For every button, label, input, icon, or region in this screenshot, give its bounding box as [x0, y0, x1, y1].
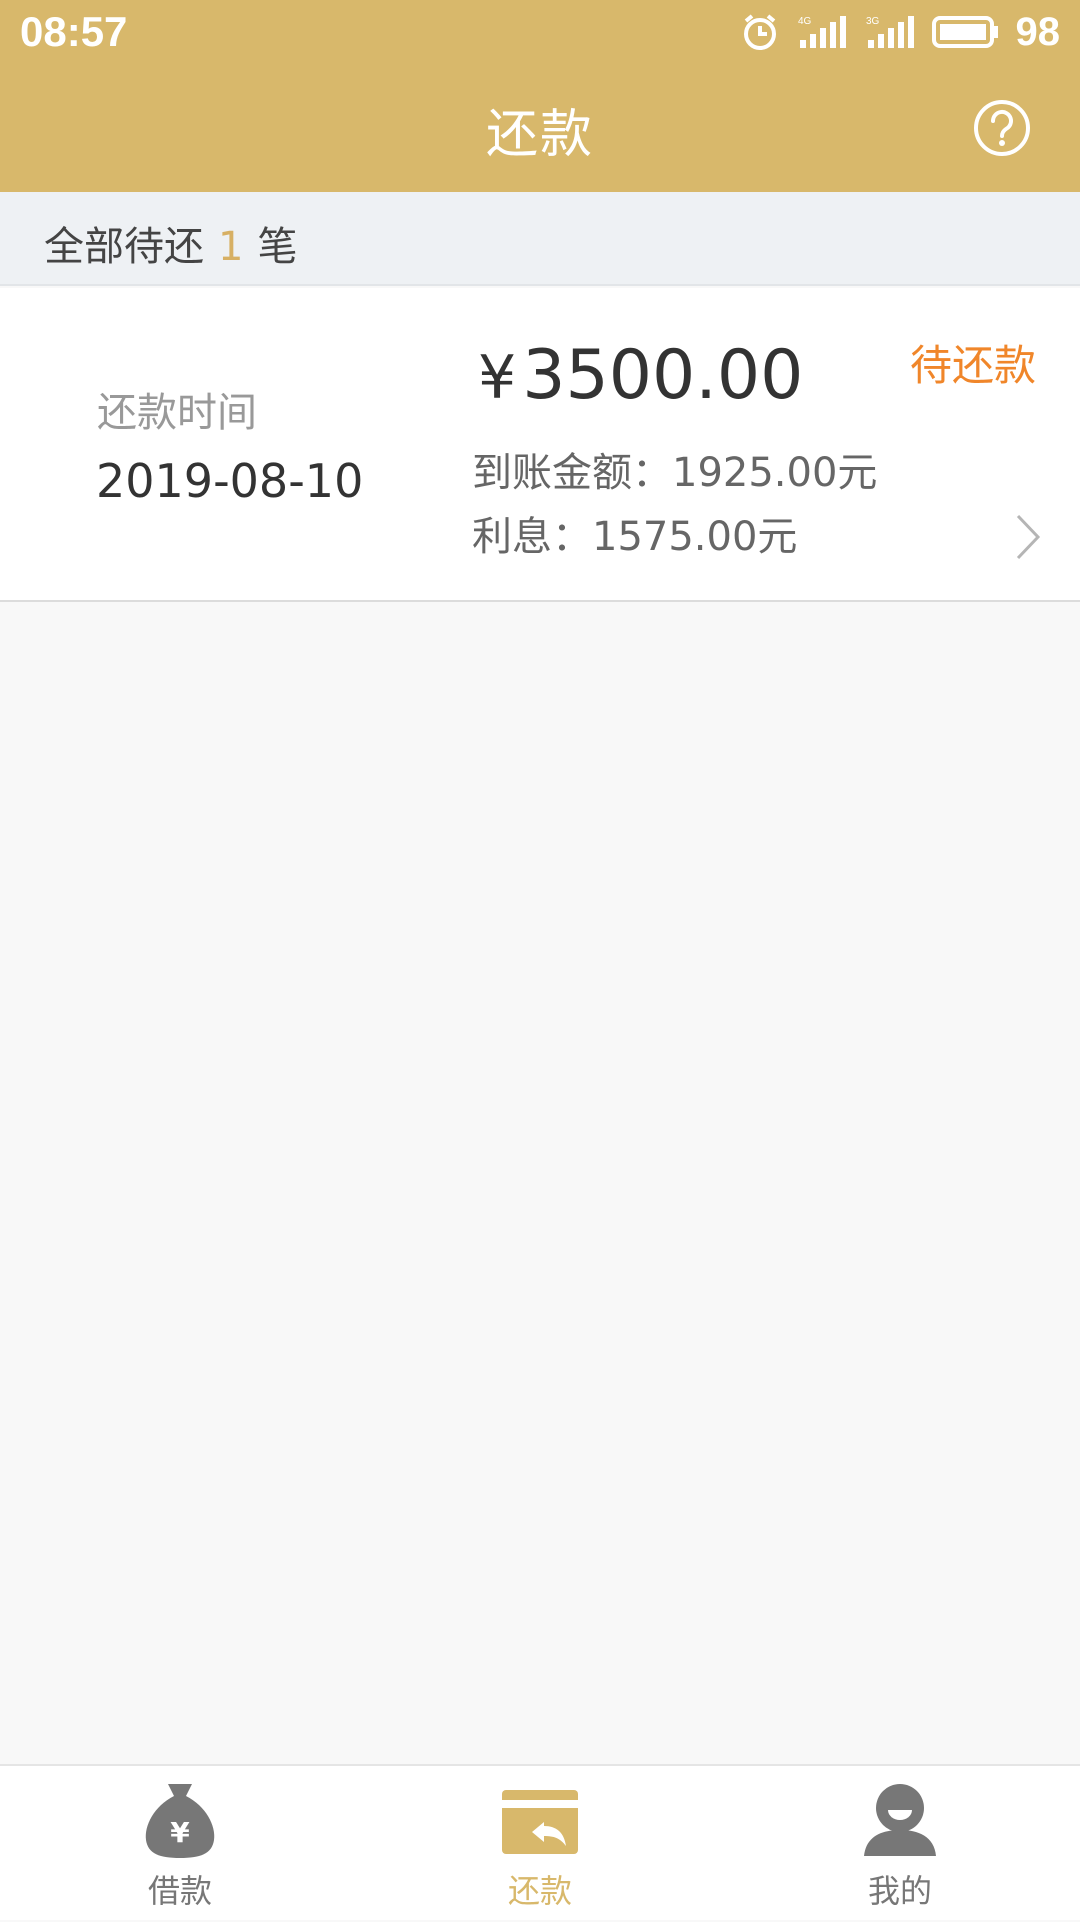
interest-amount: 利息：1575.00元: [472, 514, 798, 560]
received-amount: 到账金额：1925.00元: [472, 450, 878, 496]
tab-borrow[interactable]: ¥ 借款: [80, 1766, 280, 1922]
status-badge: 待还款: [909, 341, 1036, 390]
money-bag-icon: ¥: [140, 1780, 220, 1860]
amount-value: 3500.00: [522, 336, 804, 415]
svg-text:3G: 3G: [866, 16, 880, 27]
due-date: 2019-08-10: [96, 454, 364, 508]
svg-text:4G: 4G: [798, 16, 812, 27]
status-bar: 08:57 4G 3G 98: [0, 0, 1080, 64]
help-icon[interactable]: [972, 98, 1032, 158]
loan-amount: ¥3500.00: [478, 336, 803, 415]
repayment-summary: 全部待还 1 笔: [0, 192, 1080, 286]
status-icons: 4G 3G 98: [740, 9, 1061, 54]
repay-card-icon: [500, 1780, 580, 1860]
battery-icon: [931, 14, 1000, 50]
battery-level: 98: [1015, 9, 1061, 54]
status-time: 08:57: [20, 8, 128, 55]
signal-4g-icon: 4G: [796, 14, 848, 50]
currency-symbol: ¥: [478, 343, 517, 413]
bottom-tab-bar: ¥ 借款 还款 我的: [0, 1764, 1080, 1920]
user-icon: [860, 1780, 940, 1860]
tab-mine[interactable]: 我的: [800, 1766, 1000, 1922]
summary-text: 全部待还 1 笔: [44, 214, 297, 272]
tab-label: 借款: [147, 1872, 212, 1910]
page-title: 还款: [485, 105, 594, 165]
loan-card[interactable]: 还款时间 2019-08-10 ¥3500.00 待还款 到账金额：1925.0…: [0, 288, 1080, 602]
summary-count: 1: [218, 224, 244, 270]
tab-repay[interactable]: 还款: [440, 1766, 640, 1922]
app-header: 08:57 4G 3G 98 还款: [0, 0, 1080, 192]
chevron-right-icon[interactable]: [1010, 510, 1046, 564]
alarm-icon: [740, 12, 780, 52]
tab-label: 我的: [867, 1872, 932, 1910]
summary-suffix: 笔: [257, 224, 298, 270]
tab-label: 还款: [507, 1872, 572, 1910]
summary-prefix: 全部待还: [44, 224, 204, 270]
due-date-label: 还款时间: [97, 390, 257, 436]
signal-3g-icon: 3G: [864, 14, 916, 50]
svg-text:¥: ¥: [170, 1816, 190, 1849]
